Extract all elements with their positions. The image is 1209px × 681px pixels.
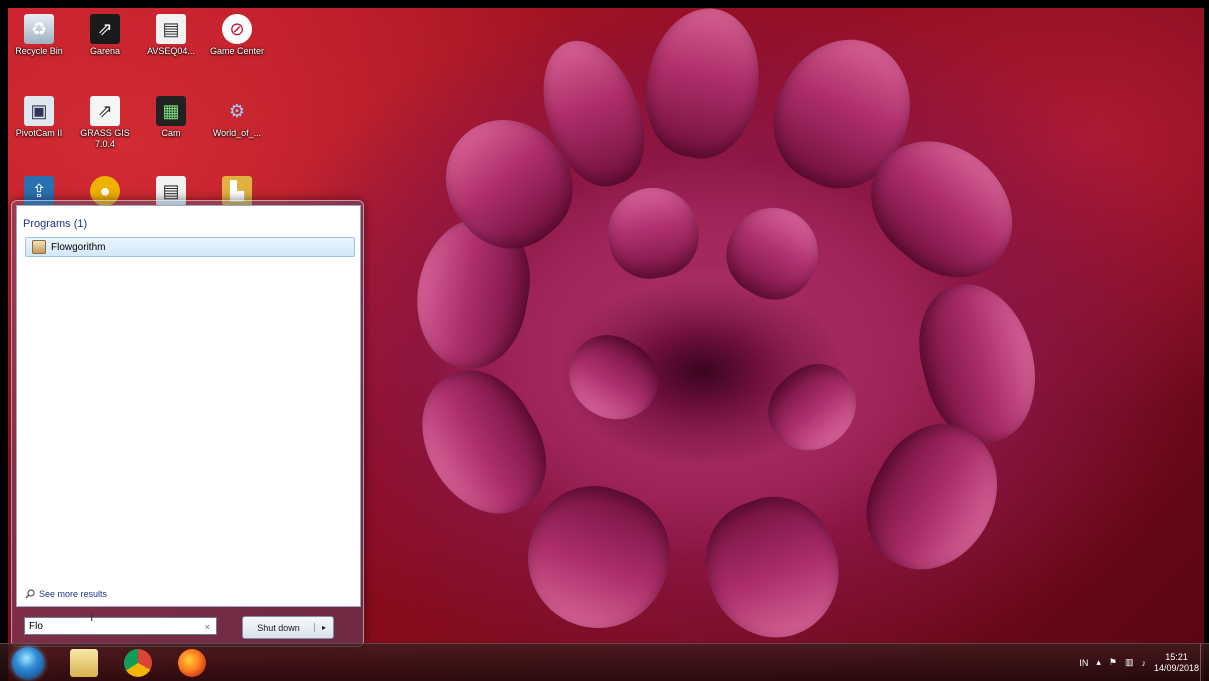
program-result-flowgorithm[interactable]: Flowgorithm xyxy=(25,237,355,257)
clock-date: 14/09/2018 xyxy=(1153,662,1199,673)
text-cursor-icon: I xyxy=(90,610,94,624)
desktop-icon-pivotcam[interactable]: ▣ PivotCam II xyxy=(8,96,72,139)
flowgorithm-icon xyxy=(32,240,46,254)
wallpaper-petal xyxy=(554,320,672,436)
desktop-icon-avseq[interactable]: ▤ AVSEQ04... xyxy=(138,14,204,57)
wallpaper-petal xyxy=(635,8,771,167)
shutdown-button[interactable]: Shut down ▸ xyxy=(242,616,334,639)
start-menu-bottom-bar: Flo × I Shut down ▸ xyxy=(16,607,359,642)
world-icon: ⚙ xyxy=(228,100,246,121)
see-more-label: See more results xyxy=(39,589,108,599)
firefox-icon[interactable] xyxy=(178,649,206,677)
clear-search-icon[interactable]: × xyxy=(205,618,210,636)
search-results-pane: Programs (1) Flowgorithm See more result… xyxy=(16,205,361,607)
desktop-icon-game-center[interactable]: ⊘ Game Center xyxy=(204,14,270,57)
desktop-icon-cam[interactable]: ▦ Cam xyxy=(138,96,204,139)
chrome-icon[interactable] xyxy=(124,649,152,677)
game-center-icon: ⊘ xyxy=(222,14,252,44)
app-icon: ▣ xyxy=(24,96,54,126)
volume-icon[interactable]: ♪ xyxy=(1141,658,1146,668)
windows-explorer-icon[interactable] xyxy=(70,649,98,677)
clock[interactable]: 15:21 14/09/2018 xyxy=(1154,652,1199,674)
program-result-label: Flowgorithm xyxy=(51,241,106,253)
show-desktop-button[interactable] xyxy=(1200,644,1209,681)
desktop-icon-recycle-bin[interactable]: ♻ Recycle Bin xyxy=(8,14,72,57)
wallpaper-petal xyxy=(752,348,874,468)
show-hidden-icons-icon[interactable]: ▴ xyxy=(1096,657,1101,668)
wallpaper-petal xyxy=(687,479,859,657)
wallpaper-petal xyxy=(711,191,835,315)
search-icon xyxy=(25,589,35,599)
garena-icon: ⇗ xyxy=(90,14,120,44)
search-input-value: Flo xyxy=(29,621,43,632)
document-icon: ▤ xyxy=(156,14,186,44)
recycle-bin-icon: ♻ xyxy=(24,14,54,44)
shutdown-options-arrow[interactable]: ▸ xyxy=(314,623,333,632)
system-tray: IN ▴ ⚑ ▥ ♪ 15:21 14/09/2018 xyxy=(1079,644,1199,681)
start-button[interactable] xyxy=(12,647,44,679)
grass-gis-icon: ⇗ xyxy=(90,96,120,126)
desktop-icon-grass-gis[interactable]: ⇗ GRASS GIS 7.0.4 xyxy=(72,96,138,150)
start-menu: Programs (1) Flowgorithm See more result… xyxy=(11,200,364,647)
programs-header: Programs (1) xyxy=(23,218,88,230)
cam-icon: ▦ xyxy=(156,96,186,126)
see-more-results-link[interactable]: See more results xyxy=(25,589,107,599)
wallpaper-petal xyxy=(397,350,569,536)
search-input[interactable]: Flo × xyxy=(24,617,217,635)
shutdown-label: Shut down xyxy=(257,622,300,633)
taskbar: IN ▴ ⚑ ▥ ♪ 15:21 14/09/2018 xyxy=(0,643,1209,681)
clock-time: 15:21 xyxy=(1165,651,1188,662)
desktop-icon-world[interactable]: ⚙ World_of_... xyxy=(204,96,270,139)
language-indicator[interactable]: IN xyxy=(1079,658,1088,668)
action-center-icon[interactable]: ⚑ xyxy=(1109,657,1117,668)
wallpaper-petal xyxy=(600,180,706,286)
desktop-icon-garena[interactable]: ⇗ Garena xyxy=(72,14,138,57)
network-icon[interactable]: ▥ xyxy=(1125,657,1134,668)
